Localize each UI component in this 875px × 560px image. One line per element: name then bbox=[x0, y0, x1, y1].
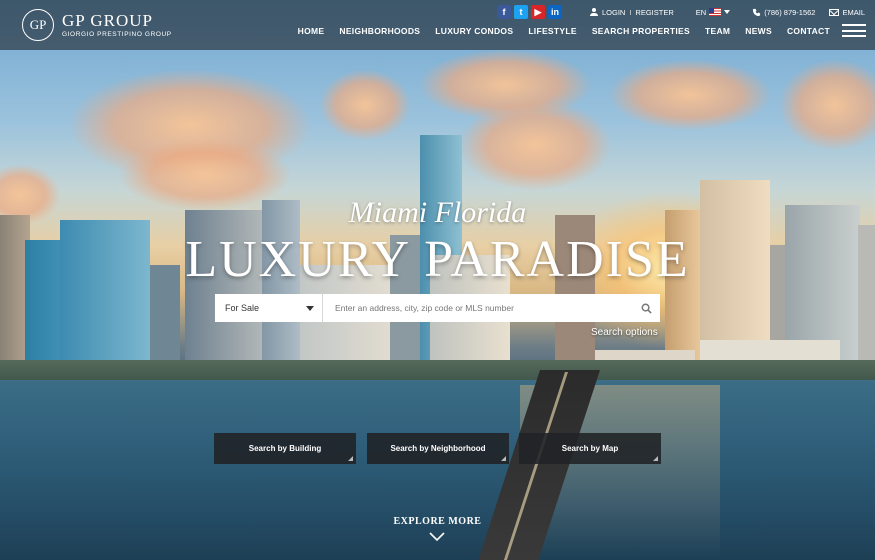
main-nav: HOME NEIGHBORHOODS LUXURY CONDOS LIFESTY… bbox=[283, 24, 866, 37]
site-logo[interactable]: GP GP GROUP GIORGIO PRESTIPINO GROUP bbox=[22, 9, 172, 41]
cloud bbox=[320, 70, 410, 140]
language-label: EN bbox=[695, 7, 707, 17]
nav-contact[interactable]: CONTACT bbox=[787, 26, 830, 36]
hero-title: LUXURY PARADISE bbox=[185, 231, 690, 288]
twitter-icon[interactable]: t bbox=[513, 5, 528, 19]
corner-arrow-icon bbox=[653, 456, 658, 461]
email-label: EMAIL bbox=[842, 7, 865, 17]
menu-icon[interactable] bbox=[842, 24, 866, 37]
search-by-building-button[interactable]: Search by Building bbox=[214, 433, 356, 464]
explore-more-link[interactable]: EXPLORE MORE bbox=[0, 516, 875, 527]
brand-name: GP GROUP bbox=[62, 11, 153, 30]
listing-type-value: For Sale bbox=[225, 303, 260, 313]
search-by-neighborhood-button[interactable]: Search by Neighborhood bbox=[367, 433, 509, 464]
button-label: Search by Neighborhood bbox=[390, 444, 486, 453]
nav-luxury-condos[interactable]: LUXURY CONDOS bbox=[435, 26, 513, 36]
search-icon bbox=[641, 303, 652, 314]
corner-arrow-icon bbox=[348, 456, 353, 461]
email-link[interactable]: EMAIL bbox=[829, 8, 865, 17]
button-label: Search by Map bbox=[561, 444, 619, 453]
account-links: LOGIN I REGISTER bbox=[589, 7, 674, 17]
register-link[interactable]: REGISTER bbox=[635, 8, 673, 17]
caret-down-icon bbox=[306, 305, 314, 311]
us-flag-icon bbox=[709, 8, 722, 16]
phone-link[interactable]: (786) 879-1562 bbox=[752, 8, 815, 17]
chevron-down-icon bbox=[724, 10, 731, 14]
corner-arrow-icon bbox=[501, 456, 506, 461]
cloud bbox=[610, 60, 770, 130]
search-options-link[interactable]: Search options bbox=[591, 327, 658, 338]
utility-bar: f t ▶ in LOGIN I REGISTER EN (786) 879-1… bbox=[496, 5, 865, 19]
phone-icon bbox=[753, 8, 761, 16]
cloud bbox=[780, 60, 875, 150]
linkedin-icon[interactable]: in bbox=[547, 5, 562, 19]
language-selector[interactable]: EN bbox=[695, 7, 731, 17]
brand-tagline: GIORGIO PRESTIPINO GROUP bbox=[62, 31, 172, 38]
login-link[interactable]: LOGIN bbox=[602, 8, 625, 17]
phone-number: (786) 879-1562 bbox=[764, 7, 816, 17]
property-search: For Sale bbox=[215, 294, 660, 322]
hero-subtitle: Miami Florida bbox=[348, 196, 527, 229]
nav-team[interactable]: TEAM bbox=[705, 26, 730, 36]
search-input[interactable] bbox=[323, 294, 632, 322]
youtube-icon[interactable]: ▶ bbox=[530, 5, 545, 19]
logo-text: GP GROUP GIORGIO PRESTIPINO GROUP bbox=[62, 12, 172, 38]
button-label: Search by Building bbox=[248, 444, 322, 453]
nav-search-properties[interactable]: SEARCH PROPERTIES bbox=[592, 26, 690, 36]
separator: I bbox=[629, 7, 632, 17]
envelope-icon bbox=[829, 8, 840, 16]
listing-type-select[interactable]: For Sale bbox=[215, 294, 323, 322]
search-by-map-button[interactable]: Search by Map bbox=[519, 433, 661, 464]
user-icon bbox=[589, 8, 598, 16]
search-button[interactable] bbox=[632, 294, 660, 322]
chevron-down-icon[interactable] bbox=[429, 532, 445, 542]
social-links: f t ▶ in bbox=[496, 5, 562, 19]
nav-home[interactable]: HOME bbox=[298, 26, 325, 36]
nav-news[interactable]: NEWS bbox=[745, 26, 772, 36]
nav-lifestyle[interactable]: LIFESTYLE bbox=[528, 26, 577, 36]
nav-neighborhoods[interactable]: NEIGHBORHOODS bbox=[339, 26, 420, 36]
cloud bbox=[460, 100, 610, 190]
logo-mark: GP bbox=[22, 9, 54, 41]
facebook-icon[interactable]: f bbox=[496, 5, 511, 19]
